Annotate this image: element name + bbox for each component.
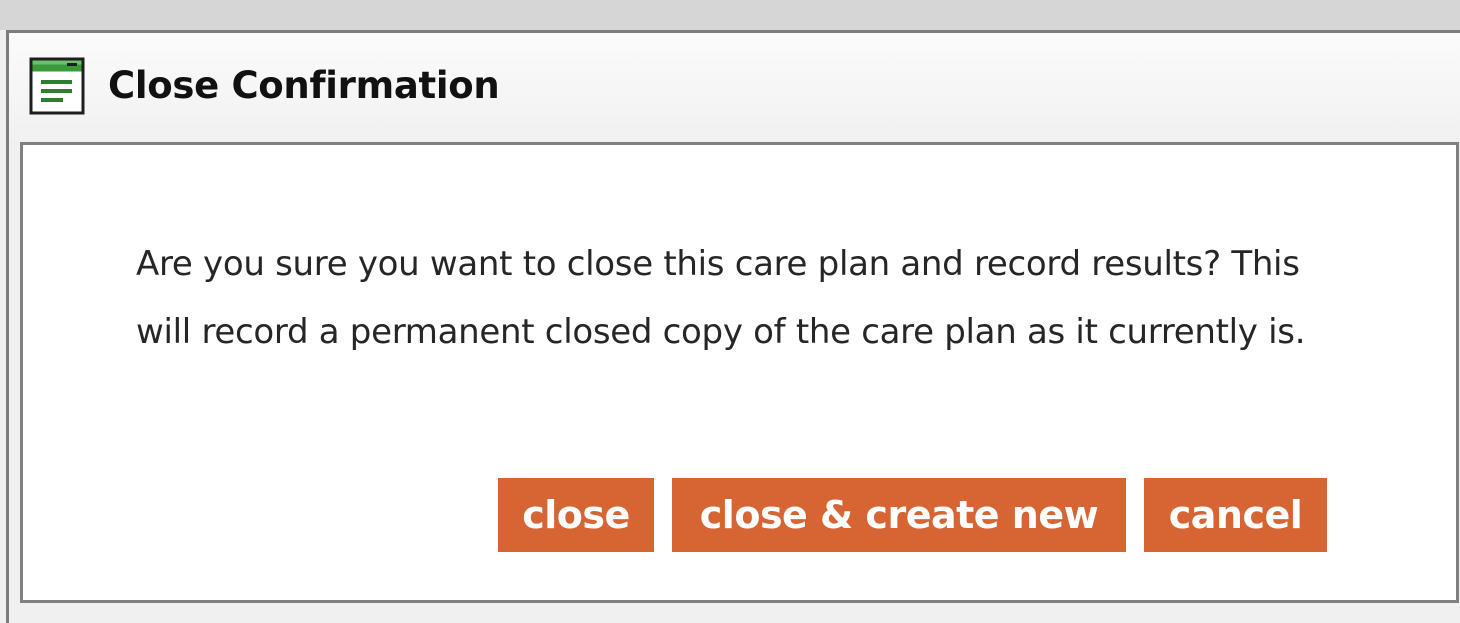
dialog-title: Close Confirmation	[108, 64, 500, 107]
dialog-content: Are you sure you want to close this care…	[20, 142, 1459, 603]
close-and-create-new-button[interactable]: close & create new	[672, 478, 1126, 552]
confirmation-message: Are you sure you want to close this care…	[136, 244, 1306, 352]
background-band	[0, 0, 1460, 30]
cancel-button[interactable]: cancel	[1144, 478, 1327, 552]
close-button[interactable]: close	[498, 478, 654, 552]
window-form-icon	[29, 57, 85, 115]
close-confirmation-dialog: Close Confirmation Are you sure you want…	[6, 30, 1460, 623]
dialog-title-bar[interactable]: Close Confirmation	[9, 33, 1460, 141]
